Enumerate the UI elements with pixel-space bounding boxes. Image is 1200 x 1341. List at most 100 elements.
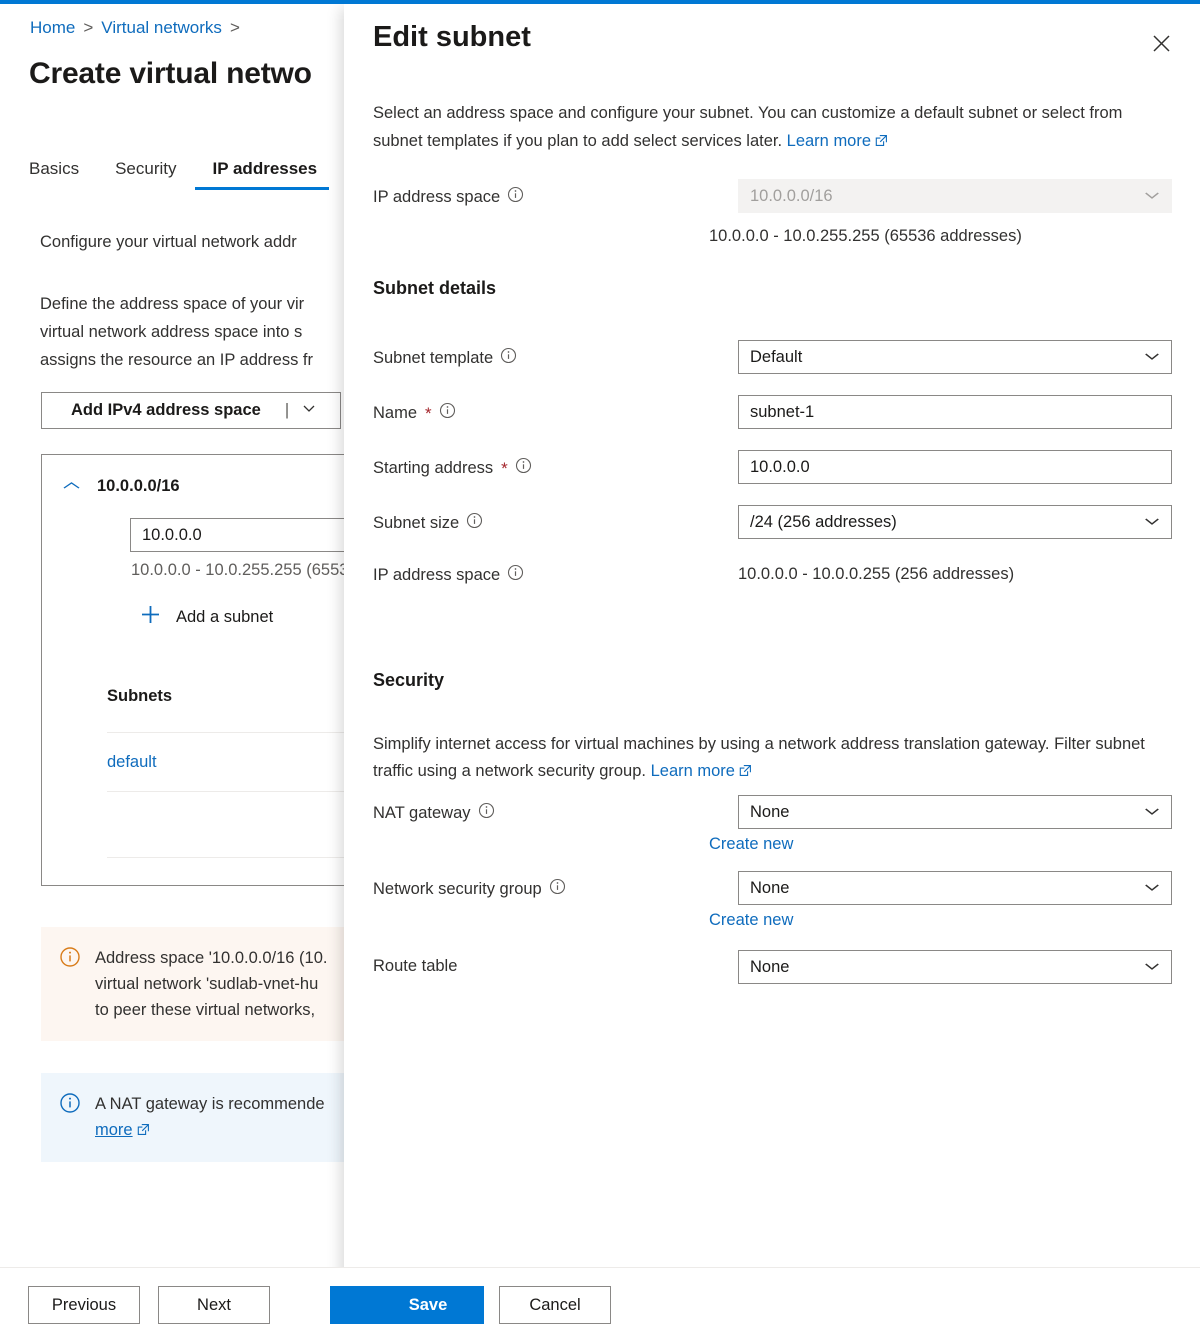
subnet-ip-address-space-value: 10.0.0.0 - 10.0.0.255 (256 addresses): [738, 565, 1015, 583]
save-button[interactable]: Save: [372, 1286, 484, 1324]
subnet-template-value: Default: [750, 347, 803, 366]
address-space-input[interactable]: 10.0.0.0: [130, 518, 360, 552]
subnet-name-input[interactable]: subnet-1: [738, 395, 1172, 429]
nat-gateway-create-new-link[interactable]: Create new: [709, 835, 793, 854]
subnet-size-dropdown[interactable]: /24 (256 addresses): [738, 505, 1172, 539]
network-security-group-dropdown[interactable]: None: [738, 871, 1172, 905]
warning-line-2: virtual network 'sudlab-vnet-hu: [95, 975, 319, 993]
chevron-up-icon[interactable]: [62, 480, 81, 494]
breadcrumb-separator-2: >: [229, 18, 240, 37]
subnet-size-value: /24 (256 addresses): [750, 512, 897, 531]
starting-address-label: Starting address *: [373, 457, 532, 479]
address-space-range-text: 10.0.0.0 - 10.0.255.255 (65536: [131, 561, 358, 579]
nat-gateway-label-text: NAT gateway: [373, 803, 471, 822]
info-icon[interactable]: [515, 457, 532, 479]
info-icon[interactable]: [507, 186, 524, 208]
tab-ip-addresses[interactable]: IP addresses: [194, 159, 336, 190]
network-security-group-label-text: Network security group: [373, 879, 542, 898]
subnet-name-label: Name *: [373, 402, 456, 424]
chevron-down-icon: [1142, 513, 1162, 532]
subnets-table: default: [107, 732, 360, 858]
blade-description-line-1: Define the address space of your vir: [40, 295, 305, 313]
route-table-label: Route table: [373, 957, 457, 976]
network-security-group-create-new-link[interactable]: Create new: [709, 911, 793, 930]
nat-gateway-info-message: A NAT gateway is recommende more: [41, 1073, 360, 1162]
info-icon[interactable]: [500, 347, 517, 369]
chevron-down-icon[interactable]: [301, 400, 317, 421]
add-ipv4-address-space-label: Add IPv4 address space: [71, 401, 261, 419]
footer-action-bar: Previous Next Save Cancel: [0, 1267, 1200, 1341]
tab-security[interactable]: Security: [97, 159, 194, 190]
address-space-cidr: 10.0.0.0/16: [97, 477, 180, 495]
info-icon[interactable]: [549, 878, 566, 900]
panel-title: Edit subnet: [373, 21, 531, 53]
panel-footer-buttons: Save Cancel: [372, 1286, 611, 1324]
security-heading: Security: [373, 670, 445, 690]
ip-address-space-dropdown[interactable]: 10.0.0.0/16: [738, 179, 1172, 213]
breadcrumb: Home > Virtual networks >: [30, 18, 248, 38]
required-marker: *: [425, 403, 432, 423]
route-table-value: None: [750, 957, 790, 976]
ip-address-space-range-text: 10.0.0.0 - 10.0.255.255 (65536 addresses…: [709, 227, 1022, 245]
add-a-subnet-button[interactable]: Add a subnet: [138, 602, 273, 632]
close-icon[interactable]: [1144, 26, 1178, 60]
external-link-icon: [739, 759, 752, 786]
add-a-subnet-label: Add a subnet: [176, 607, 274, 626]
breadcrumb-virtual-networks[interactable]: Virtual networks: [101, 18, 222, 37]
starting-address-input[interactable]: 10.0.0.0: [738, 450, 1172, 484]
blade-description: Define the address space of your vir vir…: [40, 290, 360, 374]
security-description-text: Simplify internet access for virtual mac…: [373, 735, 1145, 780]
info-icon[interactable]: [466, 512, 483, 534]
info-learn-more-link[interactable]: more: [95, 1121, 133, 1139]
required-marker: *: [501, 458, 508, 478]
subnets-header: Subnets: [107, 687, 173, 705]
blade-description-line-3: assigns the resource an IP address fr: [40, 351, 314, 369]
blade-footer-buttons: Previous Next: [28, 1286, 270, 1324]
warning-text: Address space '10.0.0.0/16 (10. virtual …: [95, 945, 327, 1023]
warning-line-1: Address space '10.0.0.0/16 (10.: [95, 949, 328, 967]
info-icon[interactable]: [507, 564, 524, 586]
button-divider: |: [284, 401, 290, 419]
chevron-down-icon: [1142, 958, 1162, 977]
cancel-button[interactable]: Cancel: [499, 1286, 611, 1324]
chevron-down-icon: [1142, 348, 1162, 367]
ip-address-space-value: 10.0.0.0/16: [750, 186, 833, 205]
add-ipv4-address-space-button[interactable]: Add IPv4 address space |: [41, 392, 341, 429]
panel-description: Select an address space and configure yo…: [373, 99, 1163, 156]
plus-icon: [138, 602, 163, 632]
chevron-down-icon: [1142, 803, 1162, 822]
info-icon[interactable]: [439, 402, 456, 424]
edit-subnet-panel: Edit subnet Select an address space and …: [344, 4, 1200, 1341]
address-space-overlap-warning: Address space '10.0.0.0/16 (10. virtual …: [41, 927, 360, 1041]
previous-button[interactable]: Previous: [28, 1286, 140, 1324]
chevron-down-icon: [1142, 187, 1162, 206]
security-learn-more-link[interactable]: Learn more: [651, 762, 735, 780]
external-link-icon: [875, 128, 888, 156]
info-line-1: A NAT gateway is recommende: [95, 1095, 325, 1113]
subnet-ip-address-space-label: IP address space: [373, 564, 524, 586]
network-security-group-label: Network security group: [373, 878, 566, 900]
tab-basics[interactable]: Basics: [29, 159, 97, 190]
info-icon[interactable]: [478, 802, 495, 824]
subnet-template-label: Subnet template: [373, 347, 517, 369]
network-security-group-value: None: [750, 878, 790, 897]
warning-line-3: to peer these virtual networks,: [95, 1001, 316, 1019]
nat-gateway-dropdown[interactable]: None: [738, 795, 1172, 829]
breadcrumb-separator-1: >: [83, 18, 94, 37]
panel-learn-more-link[interactable]: Learn more: [787, 132, 871, 150]
subnet-size-label: Subnet size: [373, 512, 483, 534]
blade-intro-text: Configure your virtual network addr: [40, 233, 297, 251]
panel-description-text: Select an address space and configure yo…: [373, 104, 1123, 150]
top-accent-bar: [0, 0, 1200, 4]
subnet-size-label-text: Subnet size: [373, 513, 460, 532]
subnet-template-dropdown[interactable]: Default: [738, 340, 1172, 374]
starting-address-label-text: Starting address: [373, 458, 494, 477]
next-button[interactable]: Next: [158, 1286, 270, 1324]
starting-address-value: 10.0.0.0: [750, 457, 810, 476]
info-circle-icon: [59, 1092, 81, 1144]
info-text: A NAT gateway is recommende more: [95, 1091, 325, 1144]
table-row[interactable]: default: [107, 732, 360, 792]
route-table-dropdown[interactable]: None: [738, 950, 1172, 984]
breadcrumb-home[interactable]: Home: [30, 18, 75, 37]
ip-address-space-label-text: IP address space: [373, 187, 501, 206]
